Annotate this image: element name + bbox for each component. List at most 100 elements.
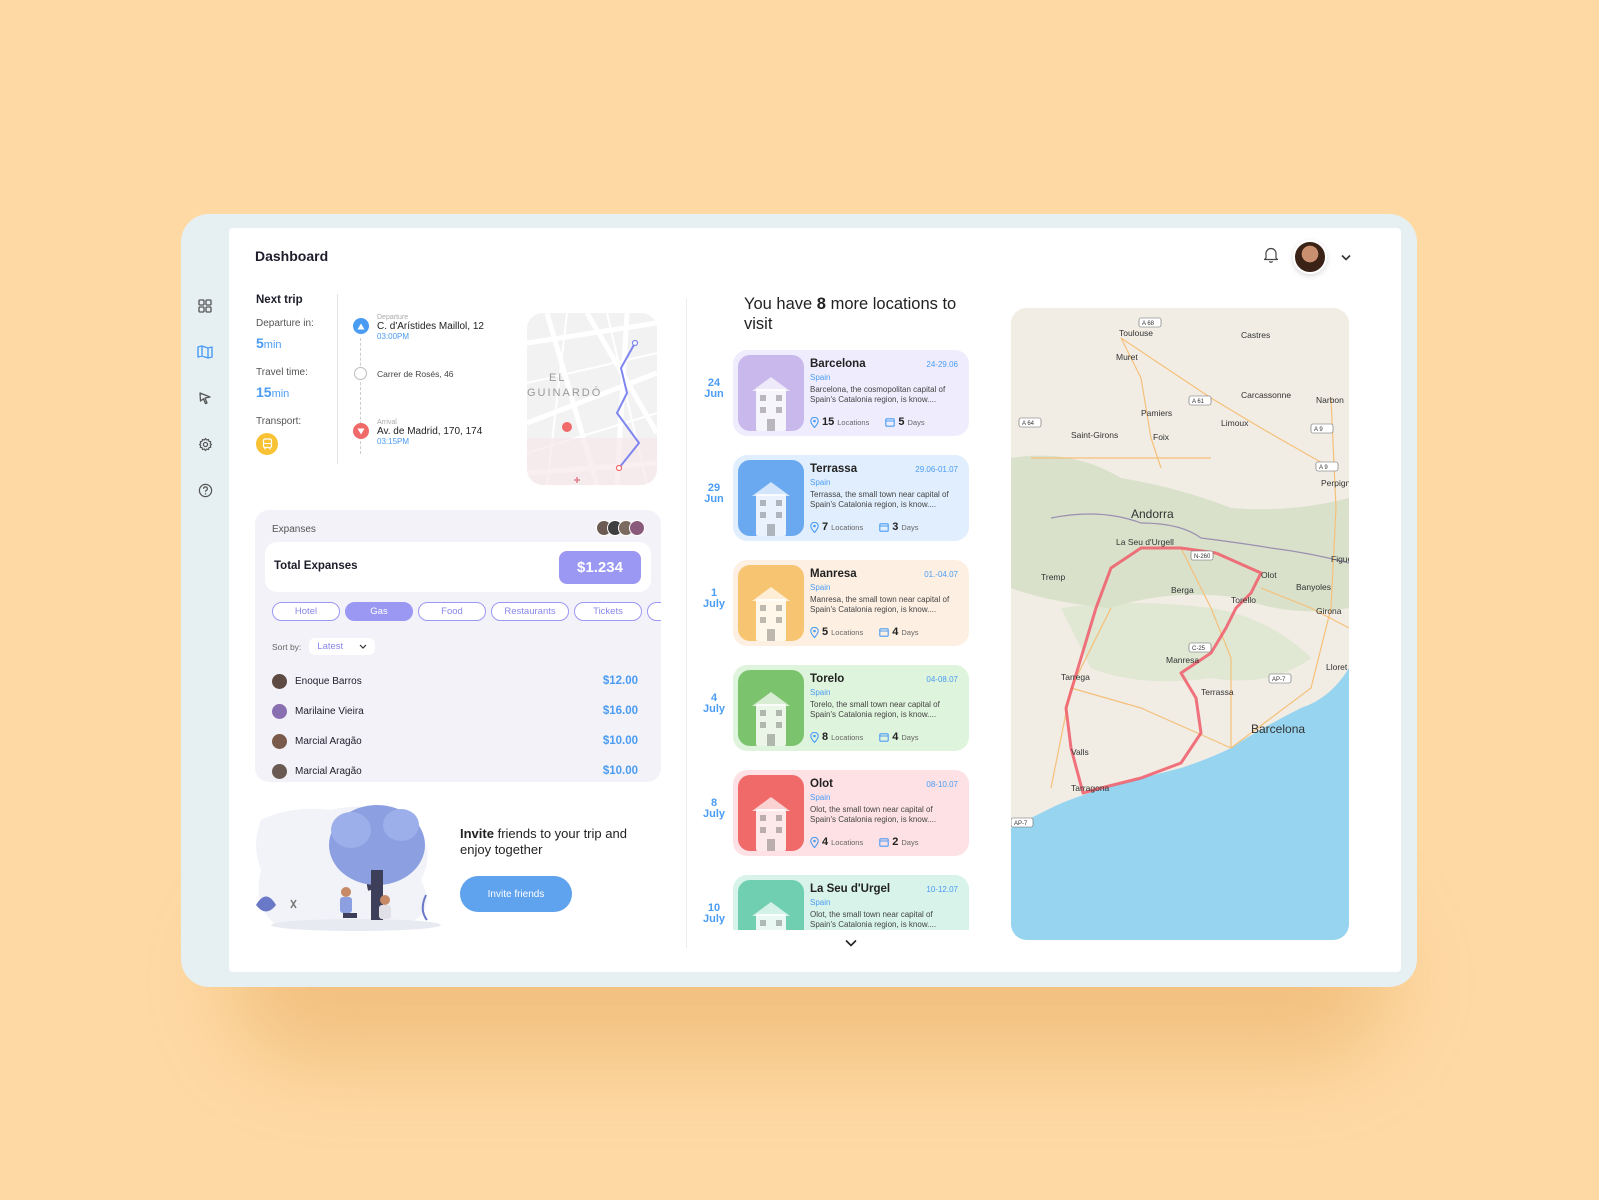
pin-icon [810, 731, 819, 743]
road-label: N-260 [1194, 554, 1211, 560]
calendar-icon [879, 838, 889, 847]
map-label: Limoux [1221, 418, 1249, 428]
location-thumbnail [738, 880, 804, 930]
location-stats: 4 Locations 2 Days [810, 836, 918, 848]
avatar [272, 763, 287, 779]
location-description: Olot, the small town near capital of Spa… [810, 805, 937, 824]
location-card[interactable]: Terrassa 29.06-01.07 Spain Terrassa, the sm… [733, 455, 969, 541]
trip-route: Departure C. d'Arístides Maillol, 12 03:… [353, 314, 523, 466]
location-description: Torelo, the small town near capital of S… [810, 700, 940, 719]
building-icon [752, 797, 790, 851]
map-label: Valls [1071, 747, 1089, 757]
location-country: Spain [810, 373, 831, 382]
building-icon [752, 692, 790, 746]
expense-row[interactable]: Enoque Barros $12.00 [272, 666, 638, 696]
location-card-row: 8 July Olot 08-10.07 Spain Olot, the small to… [699, 770, 979, 856]
location-name: Olot [810, 778, 833, 790]
expense-row[interactable]: Marcial Aragão $10.00 [272, 726, 638, 756]
chevron-down-icon[interactable] [1341, 248, 1351, 266]
transport-label: Transport: [256, 416, 302, 427]
road-label: A 61 [1192, 399, 1205, 405]
dashboard-screen: Dashboard Next trip Departure in: 5min T… [229, 228, 1401, 972]
location-name: Manresa [810, 568, 857, 580]
map-district-label-2: GUINARDÓ [527, 386, 602, 399]
bell-icon[interactable] [1263, 246, 1279, 268]
location-card[interactable]: Torelo 04-08.07 Spain Torelo, the small tow… [733, 665, 969, 751]
chip-tickets[interactable]: Tickets [574, 602, 642, 621]
page-title: Dashboard [255, 248, 329, 264]
location-card[interactable]: Barcelona 24-29.06 Spain Barcelona, the cos… [733, 350, 969, 436]
expense-row[interactable]: Marcial Aragão $10.00 [272, 756, 638, 786]
chip-gas[interactable]: Gas [345, 602, 413, 621]
sort-control: Sort by: Latest [272, 638, 376, 655]
avatar [272, 673, 287, 689]
location-card-row: 29 Jun Terrassa 29.06-01.07 Spain Terrassa, t… [699, 455, 979, 541]
trip-minimap[interactable]: EL GUINARDÓ [527, 313, 657, 485]
road-label: AP-7 [1014, 821, 1028, 827]
gear-icon[interactable] [195, 434, 215, 454]
map-label: Manresa [1166, 655, 1199, 665]
next-trip-title: Next trip [256, 294, 303, 306]
map-label: Perpignan [1321, 478, 1349, 488]
location-card[interactable]: La Seu d'Urgel 10-12.07 Spain Olot, the sma… [733, 875, 969, 930]
locations-list: 24 Jun Barcelona 24-29.06 Spain Barcelona, th… [699, 350, 979, 930]
sort-select[interactable]: Latest [309, 638, 376, 655]
cursor-icon[interactable] [195, 388, 215, 408]
location-card[interactable]: Olot 08-10.07 Spain Olot, the small town ne… [733, 770, 969, 856]
location-thumbnail [738, 565, 804, 641]
location-dates: 10-12.07 [926, 885, 958, 894]
chip-food[interactable]: Food [418, 602, 486, 621]
departure-label: Departure in: [256, 318, 314, 329]
map-icon[interactable] [195, 342, 215, 362]
map-label: Olot [1261, 570, 1277, 580]
location-country: Spain [810, 688, 831, 697]
total-expenses-label: Total Expanses [274, 560, 358, 572]
invite-friends-button[interactable]: Invite friends [460, 876, 572, 912]
avatar[interactable] [1293, 240, 1327, 274]
location-date: 8 July [702, 797, 725, 820]
travel-label: Travel time: [256, 367, 308, 378]
map-label: Torello [1231, 595, 1256, 605]
map-label: Tarrega [1061, 672, 1090, 682]
map-label: Pamiers [1141, 408, 1172, 418]
participants-avatars[interactable] [596, 520, 645, 536]
expense-row[interactable]: Marilaine Vieira $16.00 [272, 696, 638, 726]
chevron-down-icon[interactable] [845, 934, 857, 952]
calendar-icon [879, 628, 889, 637]
road-label: A 9 [1314, 427, 1323, 433]
invite-illustration [251, 800, 441, 935]
building-icon [752, 482, 790, 536]
location-card-row: 1 July Manresa 01.-04.07 Spain Manresa, the s… [699, 560, 979, 646]
building-icon [752, 902, 790, 930]
route-stop-waypoint: Carrer de Rosés, 46 [353, 367, 523, 380]
pin-icon [810, 836, 819, 848]
help-icon[interactable] [195, 480, 215, 500]
column-divider [686, 298, 687, 948]
location-stats: 7 Locations 3 Days [810, 521, 918, 533]
location-name: La Seu d'Urgel [810, 883, 891, 895]
road-label: A 68 [1142, 321, 1155, 327]
grid-icon[interactable] [195, 296, 215, 316]
route-stop-arrival: Arrival Av. de Madrid, 170, 174 03:15PM [353, 419, 523, 446]
building-icon [752, 377, 790, 431]
map-label: La Seu d'Urgell [1116, 537, 1174, 547]
expenses-panel: Expanses Total Expanses $1.234 Hotel Gas… [255, 510, 661, 782]
chip-more[interactable] [647, 602, 661, 621]
next-trip-info: Departure in: 5min Travel time: 15min Tr… [256, 318, 336, 455]
map-label: Terrassa [1201, 687, 1234, 697]
road-label: AP-7 [1272, 677, 1286, 683]
location-dates: 29.06-01.07 [915, 465, 958, 474]
location-dates: 24-29.06 [926, 360, 958, 369]
route-stop-departure: Departure C. d'Arístides Maillol, 12 03:… [353, 314, 523, 341]
location-stats: 5 Locations 4 Days [810, 626, 918, 638]
chip-hotel[interactable]: Hotel [272, 602, 340, 621]
calendar-icon [879, 733, 889, 742]
route-map[interactable]: Toulouse Castres Muret Carcassonne Narbon Pam… [1011, 308, 1349, 940]
location-card[interactable]: Manresa 01.-04.07 Spain Manresa, the small … [733, 560, 969, 646]
location-country: Spain [810, 898, 831, 907]
chip-restaurants[interactable]: Restaurants [491, 602, 569, 621]
location-description: Olot, the small town near capital of Spa… [810, 910, 937, 929]
map-label: Narbon [1316, 395, 1344, 405]
avatar [272, 733, 287, 749]
departure-value: 5min [256, 335, 282, 351]
